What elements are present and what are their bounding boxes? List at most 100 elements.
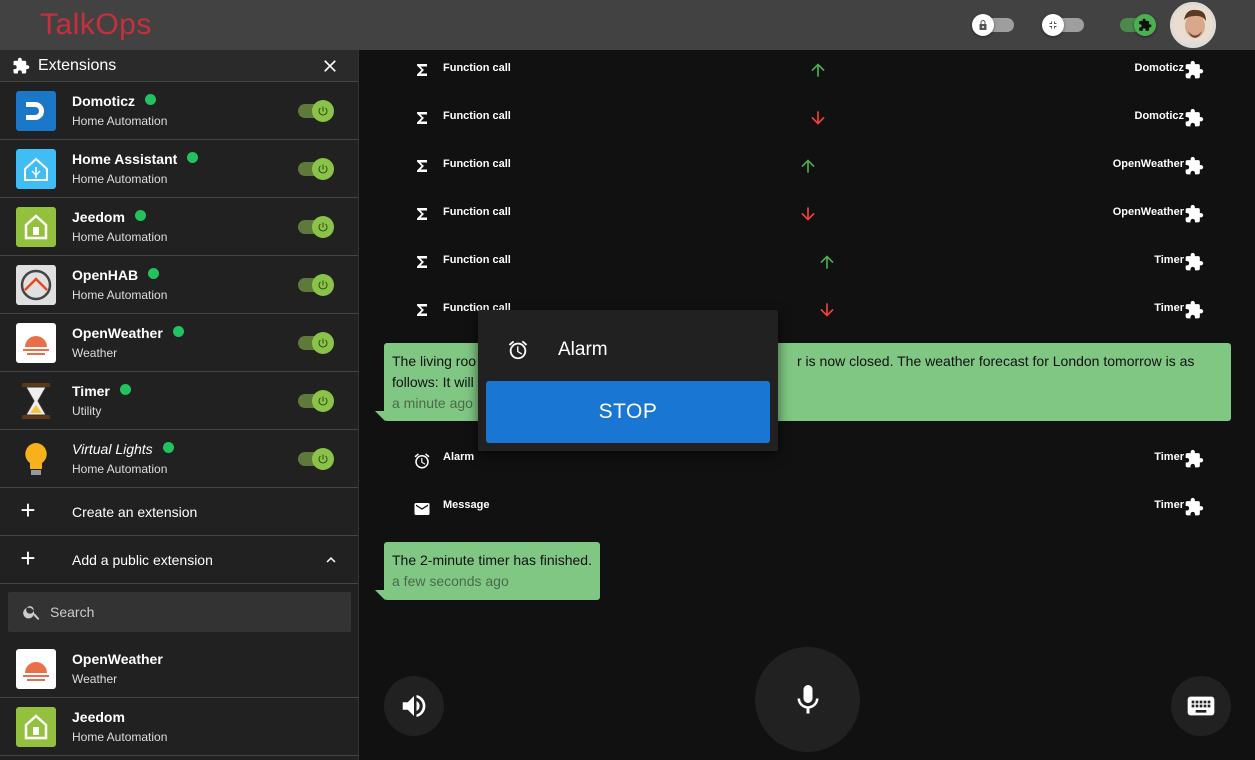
power-icon	[312, 390, 334, 412]
log-row[interactable]: Message Timer	[360, 485, 1255, 533]
domoticz-icon	[16, 91, 56, 131]
openweather-icon	[16, 323, 56, 363]
log-row[interactable]: Function call Timer	[360, 240, 1255, 288]
talkops-logo[interactable]: TalkOps	[40, 8, 152, 42]
extension-name: Timer	[72, 383, 110, 399]
extension-toggle[interactable]	[298, 274, 334, 296]
extension-name: OpenWeather	[72, 325, 163, 341]
sigma-icon	[417, 112, 427, 124]
power-icon	[312, 448, 334, 470]
sidebar-header: Extensions	[0, 50, 358, 82]
search-icon	[23, 606, 40, 620]
message-bubble: The 2-minute timer has finished. a few s…	[384, 542, 600, 600]
extension-category: Home Automation	[72, 230, 168, 244]
puzzle-icon	[1185, 449, 1204, 468]
power-icon	[312, 274, 334, 296]
extensions-toggle[interactable]	[1114, 14, 1158, 36]
popup-title: Alarm	[558, 339, 608, 360]
extension-name: Domoticz	[72, 93, 135, 109]
volume-icon	[402, 695, 426, 717]
extension-item-home-assistant[interactable]: Home Assistant Home Automation	[0, 140, 358, 198]
keyboard-icon	[1187, 696, 1215, 716]
bubble-tail	[375, 411, 385, 421]
log-row[interactable]: Function call OpenWeather	[360, 144, 1255, 192]
lightbulb-icon	[16, 439, 56, 479]
puzzle-icon	[1185, 252, 1204, 271]
arrow-up-icon	[801, 159, 815, 173]
extension-category: Home Automation	[72, 172, 168, 186]
message-time: a few seconds ago	[392, 573, 509, 589]
extension-item-openhab[interactable]: OpenHAB Home Automation	[0, 256, 358, 314]
extension-item-timer[interactable]: Timer Utility	[0, 372, 358, 430]
puzzle-icon	[1185, 204, 1204, 223]
stop-button[interactable]: STOP	[486, 381, 770, 443]
extension-name: OpenHAB	[72, 267, 139, 283]
extension-category: Home Automation	[72, 114, 168, 128]
extensions-sidebar: Extensions Domoticz Home Automation Home…	[0, 50, 359, 760]
extension-toggle[interactable]	[298, 100, 334, 122]
openhab-icon	[16, 265, 56, 305]
lock-toggle[interactable]	[972, 14, 1016, 36]
user-avatar[interactable]	[1170, 2, 1216, 48]
openweather-icon	[16, 649, 56, 689]
status-dot	[172, 326, 184, 337]
speaker-button[interactable]	[384, 676, 444, 736]
sigma-icon	[417, 64, 427, 76]
sigma-icon	[417, 304, 427, 316]
compact-toggle[interactable]	[1042, 14, 1086, 36]
arrow-up-icon	[820, 255, 834, 269]
create-extension-button[interactable]: + Create an extension	[0, 488, 358, 536]
extension-name: Home Assistant	[72, 151, 178, 167]
power-icon	[312, 332, 334, 354]
power-icon	[312, 100, 334, 122]
puzzle-icon	[1185, 60, 1204, 79]
power-icon	[312, 158, 334, 180]
search-input[interactable]: Search	[8, 592, 351, 632]
chevron-up-icon[interactable]	[322, 551, 340, 569]
extension-category: Home Automation	[72, 730, 168, 744]
sigma-icon	[417, 256, 427, 268]
puzzle-icon	[1185, 497, 1204, 516]
jeedom-icon	[16, 707, 56, 747]
extension-toggle[interactable]	[298, 332, 334, 354]
extension-category: Weather	[72, 672, 118, 686]
sigma-icon	[417, 160, 427, 172]
puzzle-icon	[1185, 108, 1204, 127]
alarm-icon	[414, 453, 430, 469]
extension-item-openweather[interactable]: OpenWeather Weather	[0, 314, 358, 372]
log-row[interactable]: Function call Domoticz	[360, 48, 1255, 96]
bubble-tail	[375, 590, 385, 600]
microphone-button[interactable]	[755, 647, 860, 752]
extension-item-domoticz[interactable]: Domoticz Home Automation	[0, 82, 358, 140]
puzzle-icon	[13, 57, 30, 73]
status-dot	[134, 210, 146, 221]
log-row[interactable]: Function call Domoticz	[360, 96, 1255, 144]
top-bar: TalkOps	[0, 0, 1255, 50]
email-icon	[414, 503, 430, 515]
extension-item-virtual-lights[interactable]: Virtual Lights Home Automation	[0, 430, 358, 488]
message-text-end: r is now closed. The weather forecast fo…	[797, 353, 1195, 369]
plus-icon: +	[20, 543, 36, 573]
extension-toggle[interactable]	[298, 390, 334, 412]
extension-category: Utility	[72, 404, 102, 418]
status-dot	[148, 268, 160, 279]
puzzle-icon	[1185, 156, 1204, 175]
public-extension-jeedom[interactable]: Jeedom Home Automation	[0, 698, 359, 756]
log-row[interactable]: Function call OpenWeather	[360, 192, 1255, 240]
sidebar-title: Extensions	[38, 56, 117, 74]
extension-name: Virtual Lights	[72, 441, 153, 457]
extension-item-jeedom[interactable]: Jeedom Home Automation	[0, 198, 358, 256]
extension-toggle[interactable]	[298, 216, 334, 238]
collapse-icon	[1042, 14, 1064, 36]
extension-toggle[interactable]	[298, 448, 334, 470]
extension-toggle[interactable]	[298, 158, 334, 180]
arrow-down-icon	[820, 303, 834, 317]
add-public-extension-button[interactable]: + Add a public extension	[0, 536, 358, 584]
status-dot	[119, 384, 131, 395]
keyboard-button[interactable]	[1171, 676, 1231, 736]
lock-icon	[972, 14, 994, 36]
alarm-popup: Alarm STOP	[478, 310, 778, 451]
public-extension-openweather[interactable]: OpenWeather Weather	[0, 640, 359, 698]
extension-category: Weather	[72, 346, 118, 360]
close-icon[interactable]	[320, 56, 340, 76]
